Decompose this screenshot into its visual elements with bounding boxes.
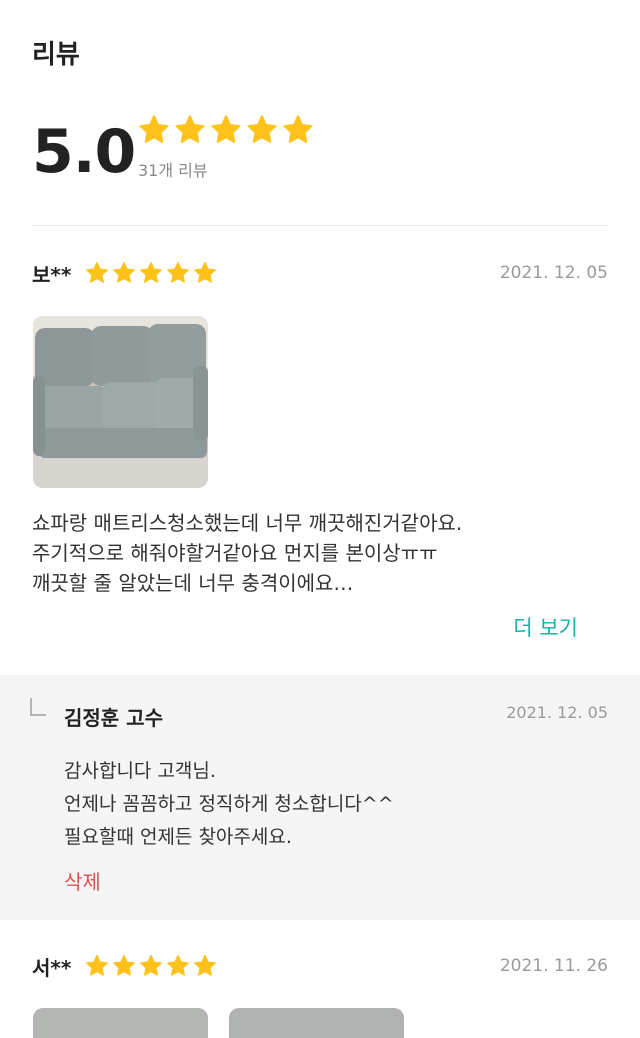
star-icon — [85, 261, 109, 285]
divider — [32, 225, 608, 226]
reply-text: 감사합니다 고객님. 언제나 꼼꼼하고 정직하게 청소합니다^^ 필요할때 언제… — [64, 755, 394, 854]
star-icon — [139, 954, 163, 978]
star-icon — [166, 261, 190, 285]
review-text-line: 깨끗할 줄 알았는데 너무 충격이에요… — [32, 571, 354, 595]
review-photo[interactable] — [33, 316, 208, 488]
reply-arrow-icon — [30, 698, 46, 716]
review-text: 쇼파랑 매트리스청소했는데 너무 깨끗해진거같아요. 주기적으로 해줘야할거같아… — [32, 508, 612, 598]
review-text-line: 쇼파랑 매트리스청소했는데 너무 깨끗해진거같아요. — [32, 511, 463, 535]
review-date: 2021. 12. 05 — [499, 263, 608, 283]
star-icon — [138, 114, 170, 146]
reviewer-name: 보** — [32, 263, 72, 287]
star-icon — [246, 114, 278, 146]
star-icon — [282, 114, 314, 146]
average-score: 5.0 — [32, 117, 136, 187]
review-photo[interactable] — [229, 1008, 404, 1038]
star-icon — [112, 261, 136, 285]
more-button[interactable]: 더 보기 — [513, 612, 578, 642]
delete-button[interactable]: 삭제 — [64, 866, 101, 895]
reply-text-line: 감사합니다 고객님. — [64, 760, 216, 782]
reviewer-name: 서** — [32, 956, 72, 980]
reply-text-line: 언제나 꼼꼼하고 정직하게 청소합니다^^ — [64, 793, 394, 815]
review-rating-stars — [85, 954, 217, 978]
star-icon — [166, 954, 190, 978]
sofa-photo — [33, 316, 208, 488]
star-icon — [193, 954, 217, 978]
review-rating-stars — [85, 261, 217, 285]
page-title: 리뷰 — [32, 40, 80, 70]
reply-date: 2021. 12. 05 — [506, 703, 608, 722]
review-count: 31개 리뷰 — [138, 161, 208, 180]
star-icon — [85, 954, 109, 978]
star-icon — [112, 954, 136, 978]
reply-author: 김정훈 고수 — [64, 706, 163, 730]
star-icon — [210, 114, 242, 146]
review-text-line: 주기적으로 해줘야할거같아요 먼지를 본이상ㅠㅠ — [32, 541, 438, 565]
average-rating-stars — [138, 114, 314, 146]
review-photo[interactable] — [33, 1008, 208, 1038]
reply-text-line: 필요할때 언제든 찾아주세요. — [64, 826, 292, 848]
star-icon — [139, 261, 163, 285]
star-icon — [174, 114, 206, 146]
review-date: 2021. 11. 26 — [499, 956, 608, 976]
star-icon — [193, 261, 217, 285]
